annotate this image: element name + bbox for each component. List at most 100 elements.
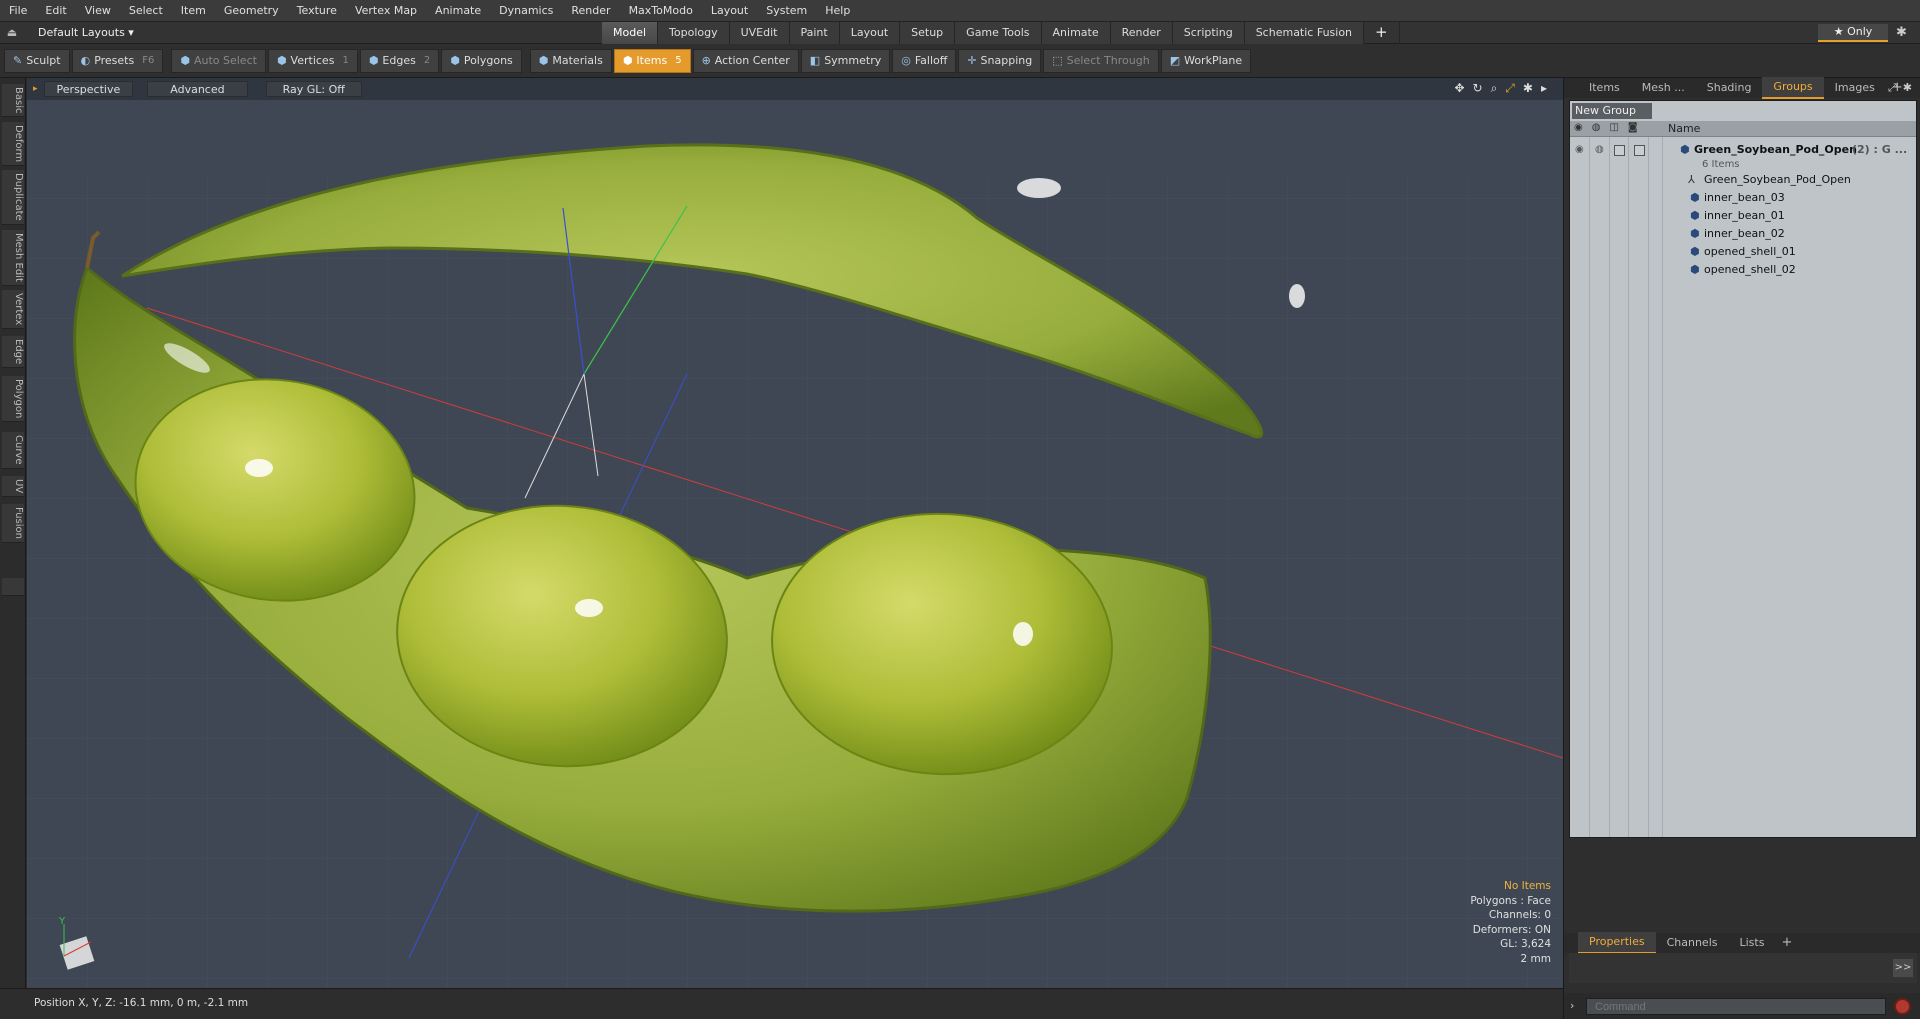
menu-item[interactable]: Item <box>172 0 215 22</box>
sidetab-mesh-edit[interactable]: Mesh Edit <box>2 230 24 286</box>
vertices-button[interactable]: ⬢ Vertices 1 <box>267 48 358 73</box>
tab-game-tools[interactable]: Game Tools <box>955 22 1042 44</box>
tab-lists[interactable]: Lists <box>1729 933 1776 953</box>
sidetab-deform[interactable]: Deform <box>2 122 24 167</box>
tab-animate[interactable]: Animate <box>1041 22 1111 44</box>
tab-layout[interactable]: Layout <box>839 22 901 44</box>
select-icon[interactable]: ◙ <box>1628 122 1638 133</box>
tab-uvedit[interactable]: UVEdit <box>729 22 790 44</box>
new-group-button[interactable]: New Group <box>1572 103 1652 119</box>
sidetab-polygon[interactable]: Polygon <box>2 376 24 423</box>
group-row-root[interactable]: ◉ ◍ ⬢ Green_Soybean_Pod_Open (2) : G ...… <box>1570 141 1916 170</box>
tab-model[interactable]: Model <box>602 22 659 44</box>
menu-render[interactable]: Render <box>562 0 619 22</box>
expand-properties-button[interactable]: >> <box>1893 959 1913 977</box>
polygons-button[interactable]: ⬢ Polygons <box>441 48 522 73</box>
select-checkbox[interactable] <box>1634 145 1645 156</box>
falloff-button[interactable]: ◎ Falloff <box>892 48 957 73</box>
add-tab-button[interactable]: + <box>1364 22 1400 44</box>
view-type-button[interactable]: Perspective <box>43 81 134 97</box>
command-stop-icon[interactable] <box>1894 998 1911 1015</box>
tab-groups[interactable]: Groups <box>1762 77 1824 99</box>
maximize-icon[interactable]: ⤢ <box>1505 81 1515 96</box>
tab-channels[interactable]: Channels <box>1656 933 1729 953</box>
home-icon[interactable]: ⏏ <box>0 26 24 39</box>
tab-scripting[interactable]: Scripting <box>1172 22 1245 44</box>
menu-animate[interactable]: Animate <box>426 0 490 22</box>
group-child-row[interactable]: ⬢ opened_shell_02 <box>1570 261 1916 279</box>
visibility-icon[interactable]: ◉ <box>1574 122 1583 133</box>
auto-select-button[interactable]: ⬢ Auto Select <box>171 48 266 73</box>
snapping-button[interactable]: ✛ Snapping <box>958 48 1042 73</box>
action-center-button[interactable]: ⊕ Action Center <box>692 48 799 73</box>
sidetab-toggle[interactable] <box>2 578 24 596</box>
viewport-canvas[interactable]: Y <box>27 78 1563 988</box>
menu-maxtomodo[interactable]: MaxToModo <box>620 0 702 22</box>
menu-dynamics[interactable]: Dynamics <box>490 0 562 22</box>
menu-help[interactable]: Help <box>816 0 859 22</box>
tab-images[interactable]: Images <box>1824 78 1886 98</box>
tab-shading[interactable]: Shading <box>1696 78 1763 98</box>
menu-select[interactable]: Select <box>120 0 172 22</box>
lock-icon[interactable]: ◫ <box>1609 122 1618 133</box>
shading-button[interactable]: Advanced <box>147 81 248 97</box>
menu-layout[interactable]: Layout <box>702 0 757 22</box>
name-column-header[interactable]: Name <box>1668 122 1700 135</box>
render-icon[interactable]: ◍ <box>1592 122 1601 133</box>
raygl-button[interactable]: Ray GL: Off <box>265 81 362 97</box>
tab-setup[interactable]: Setup <box>900 22 956 44</box>
tab-items[interactable]: Items <box>1578 78 1631 98</box>
lock-checkbox[interactable] <box>1614 145 1625 156</box>
sidetab-vertex[interactable]: Vertex <box>2 290 24 330</box>
zoom-icon[interactable]: ⌕ <box>1491 81 1498 96</box>
sculpt-button[interactable]: ✎ Sculpt <box>4 48 70 73</box>
only-button[interactable]: ★ Only <box>1818 24 1888 42</box>
sidetab-fusion[interactable]: Fusion <box>2 504 24 543</box>
tab-properties[interactable]: Properties <box>1578 932 1656 954</box>
sidetab-duplicate[interactable]: Duplicate <box>2 170 24 225</box>
add-properties-tab-button[interactable]: + <box>1775 933 1798 953</box>
render-toggle-icon[interactable]: ◍ <box>1595 144 1604 155</box>
menu-geometry[interactable]: Geometry <box>215 0 288 22</box>
rotate-icon[interactable]: ↻ <box>1473 81 1483 96</box>
sidetab-edge[interactable]: Edge <box>2 336 24 369</box>
menu-edit[interactable]: Edit <box>36 0 75 22</box>
presets-button[interactable]: ◐ Presets F6 <box>71 48 164 73</box>
eye-icon[interactable]: ◉ <box>1575 144 1584 155</box>
menu-view[interactable]: View <box>76 0 120 22</box>
layout-dropdown[interactable]: Default Layouts ▾ <box>24 26 134 39</box>
group-child-row[interactable]: ⬢ inner_bean_01 <box>1570 207 1916 225</box>
tab-topology[interactable]: Topology <box>658 22 730 44</box>
viewport-menu-icon[interactable]: ▸ <box>33 84 38 94</box>
group-child-row[interactable]: ⬢ inner_bean_03 <box>1570 189 1916 207</box>
items-button[interactable]: ⬢ Items 5 <box>613 48 691 73</box>
menu-file[interactable]: File <box>0 0 36 22</box>
sidetab-curve[interactable]: Curve <box>2 432 24 469</box>
sidetab-uv[interactable]: UV <box>2 476 24 498</box>
pan-icon[interactable]: ✥ <box>1454 81 1464 96</box>
materials-button[interactable]: ⬢ Materials <box>529 48 612 73</box>
menu-vertex-map[interactable]: Vertex Map <box>346 0 426 22</box>
command-input[interactable] <box>1586 998 1886 1015</box>
menu-system[interactable]: System <box>757 0 816 22</box>
workplane-button[interactable]: ◩ WorkPlane <box>1160 48 1252 73</box>
viewport-arrow-icon[interactable]: ▸ <box>1541 81 1547 96</box>
3d-viewport[interactable]: Y ▸ Perspective Advanced Ray GL: Off ✥ ↻… <box>27 78 1563 988</box>
gear-icon[interactable]: ✱ <box>1896 25 1907 40</box>
edges-button[interactable]: ⬢ Edges 2 <box>359 48 440 73</box>
group-child-row[interactable]: ⬢ inner_bean_02 <box>1570 225 1916 243</box>
menu-texture[interactable]: Texture <box>288 0 346 22</box>
sidetab-basic[interactable]: Basic <box>2 84 24 118</box>
select-through-button[interactable]: ⬚ Select Through <box>1043 48 1159 73</box>
group-child-row[interactable]: ⅄ Green_Soybean_Pod_Open <box>1570 171 1916 189</box>
viewport-gear-icon[interactable]: ✱ <box>1523 81 1533 96</box>
panel-gear-icon[interactable]: ✱ <box>1903 81 1912 95</box>
tab-mesh[interactable]: Mesh ... <box>1631 78 1696 98</box>
tab-schematic-fusion[interactable]: Schematic Fusion <box>1244 22 1365 44</box>
tab-render[interactable]: Render <box>1110 22 1173 44</box>
symmetry-button[interactable]: ◧ Symmetry <box>800 48 891 73</box>
group-child-row[interactable]: ⬢ opened_shell_01 <box>1570 243 1916 261</box>
tab-paint[interactable]: Paint <box>789 22 840 44</box>
command-history-icon[interactable]: › <box>1570 999 1574 1012</box>
expand-icon[interactable]: ⤢ <box>1888 81 1897 95</box>
